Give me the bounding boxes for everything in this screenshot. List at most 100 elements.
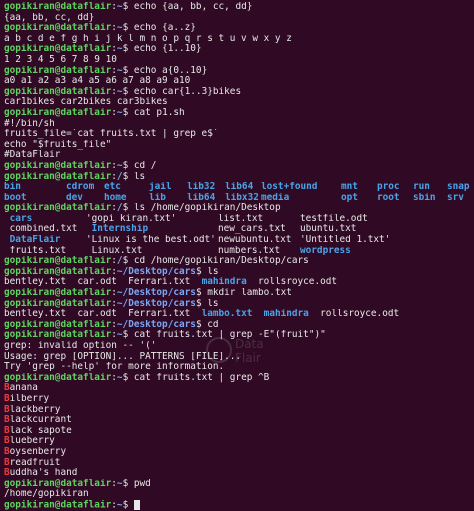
prompt-path: ~/Desktop/cars [116, 266, 196, 277]
ls-entry: DataFlair [4, 235, 61, 246]
terminal-text: $ ls /home/gopikiran/Desktop [122, 203, 281, 214]
ls-entry: opt [341, 192, 358, 203]
ls-entry: bin [4, 182, 21, 193]
terminal-line: Breadfruit [4, 458, 474, 469]
terminal-line: Blackberry [4, 405, 474, 416]
terminal-text: $ cat p1.sh [122, 107, 185, 118]
terminal-line: bin cdrom etc jail lib32 lib64 lost+found mnt pr… [4, 182, 474, 193]
terminal-text: $ echo car{1..3}bikes [122, 86, 242, 97]
terminal-text: $ ls [122, 171, 146, 182]
prompt-user: gopikiran@dataflair [4, 256, 112, 267]
ls-entry: cars [4, 213, 33, 224]
terminal-line: gopikiran@dataflair:~$ cd / [4, 161, 474, 172]
ls-entry: srv [447, 192, 464, 203]
terminal-text: grep: invalid option -- '(' [4, 341, 157, 351]
ls-entry: new_cars.txt [218, 224, 286, 235]
terminal-line: Banana [4, 383, 474, 394]
prompt-user: gopikiran@dataflair [4, 65, 112, 76]
terminal-text: 1 2 3 4 5 6 7 8 9 10 [4, 54, 117, 65]
ls-entry: numbers.txt [218, 245, 281, 256]
terminal-line: gopikiran@dataflair:/$ cd /home/gopikira… [4, 256, 474, 267]
directory-name: mahindra [201, 277, 247, 288]
terminal-text: #!/bin/sh [4, 118, 55, 129]
terminal-line: bentley.txt car.odt Ferrari.txt lambo.tx… [4, 309, 474, 320]
ls-entry: lib32 [187, 182, 216, 193]
terminal-line: fruits.txt Linux.txt numbers.txt wordpress [4, 246, 474, 257]
terminal-line: gopikiran@dataflair:/$ ls /home/gopikira… [4, 203, 474, 214]
prompt-user: gopikiran@dataflair [4, 478, 112, 489]
terminal-text: lackberry [9, 404, 61, 415]
ls-entry: mnt [341, 182, 358, 193]
svg-text:Data: Data [235, 337, 264, 351]
prompt-user: gopikiran@dataflair [4, 330, 112, 341]
terminal-text: $ ls [195, 266, 219, 277]
terminal-line: gopikiran@dataflair:~/Desktop/cars$ ls [4, 299, 474, 310]
terminal-text: $ cd / [122, 160, 157, 171]
prompt-user: gopikiran@dataflair [4, 372, 112, 383]
terminal-text: ilberry [9, 393, 50, 404]
terminal-line: gopikiran@dataflair:/$ ls [4, 172, 474, 183]
terminal-text: Try 'grep --help' for more information. [4, 362, 225, 373]
terminal-window[interactable]: gopikiran@dataflair:~$ echo {aa, bb, cc,… [0, 0, 474, 510]
terminal-line: combined.txt Internship new_cars.txt ubunt… [4, 224, 474, 235]
terminal-text: lackcurrant [9, 415, 72, 426]
terminal-line: 1 2 3 4 5 6 7 8 9 10 [4, 55, 474, 66]
prompt-user: gopikiran@dataflair [4, 160, 112, 171]
terminal-line: Bilberry [4, 394, 474, 405]
prompt-user: gopikiran@dataflair [4, 499, 112, 511]
prompt-user: gopikiran@dataflair [4, 266, 112, 277]
ls-entry: sbin [413, 192, 436, 203]
prompt-user: gopikiran@dataflair [4, 288, 112, 299]
ls-entry: 'Linux is the best.odt' [86, 235, 216, 246]
terminal-text: lueberry [9, 436, 55, 447]
terminal-line: gopikiran@dataflair:~$ echo car{1..3}bik… [4, 87, 474, 98]
ls-entry: list.txt [218, 213, 264, 224]
ls-entry: lib [149, 192, 166, 203]
terminal-text: $ pwd [122, 478, 151, 489]
ls-entry: combined.txt [4, 224, 78, 235]
ls-entry: wordpress [300, 245, 351, 256]
prompt-user: gopikiran@dataflair [4, 86, 112, 97]
terminal-text: car1bikes car2bikes car3bikes [4, 97, 168, 108]
terminal-text: oysenberry [9, 446, 67, 457]
terminal-line: a b c d e f g h i j k l m n o p q r s t … [4, 34, 474, 45]
ls-entry: 'gopi kiran.txt' [86, 213, 177, 224]
ls-entry: lost+found [261, 182, 318, 193]
text-cursor [133, 499, 140, 510]
ls-entry: libx32 [225, 192, 259, 203]
ls-entry: lib64 [225, 182, 254, 193]
terminal-line: car1bikes car2bikes car3bikes [4, 97, 474, 108]
svg-text:Flair: Flair [235, 351, 261, 365]
terminal-text: $ cd /home/gopikiran/Desktop/cars [122, 256, 309, 267]
ls-entry: 'Untitled 1.txt' [300, 235, 391, 246]
terminal-line: Black sapote [4, 426, 474, 437]
terminal-text: $ echo {1..10} [122, 44, 202, 55]
terminal-line: cars 'gopi kiran.txt' list.txt testfile.odt [4, 214, 474, 225]
ls-entry: cdrom [66, 182, 95, 193]
terminal-text: rollsroyce.odt [246, 277, 338, 288]
terminal-line: #!/bin/sh [4, 119, 474, 130]
terminal-text: $ echo {aa, bb, cc, dd} [122, 2, 253, 12]
terminal-line: DataFlair 'Linux is the best.odt' newubunt… [4, 235, 474, 246]
ls-entry: ubuntu.txt [300, 224, 357, 235]
prompt-user: gopikiran@dataflair [4, 2, 112, 12]
ls-entry: etc [104, 182, 121, 193]
prompt-user: gopikiran@dataflair [4, 107, 112, 118]
prompt-path: ~/Desktop/cars [116, 288, 196, 299]
terminal-text: bentley.txt car.odt Ferrari.txt [4, 309, 202, 320]
ls-entry: jail [149, 182, 172, 193]
prompt-user: gopikiran@dataflair [4, 44, 112, 55]
terminal-line: gopikiran@dataflair:~$ echo {1..10} [4, 44, 474, 55]
terminal-line: Boysenberry [4, 447, 474, 458]
ls-entry: lib64 [187, 192, 216, 203]
terminal-line: Blackcurrant [4, 415, 474, 426]
terminal-text: rollsroyce.odt [308, 309, 400, 320]
terminal-text: bentley.txt car.odt Ferrari.txt [4, 277, 202, 288]
terminal-text: /home/gopikiran [4, 489, 89, 500]
directory-name: mahindra [263, 309, 309, 320]
terminal-text: $ echo a{0..10} [122, 65, 208, 76]
terminal-text: uddha's hand [9, 468, 78, 479]
terminal-line: Buddha's hand [4, 468, 474, 479]
prompt-user: gopikiran@dataflair [4, 203, 112, 214]
terminal-text: {aa, bb, cc, dd} [4, 12, 95, 23]
